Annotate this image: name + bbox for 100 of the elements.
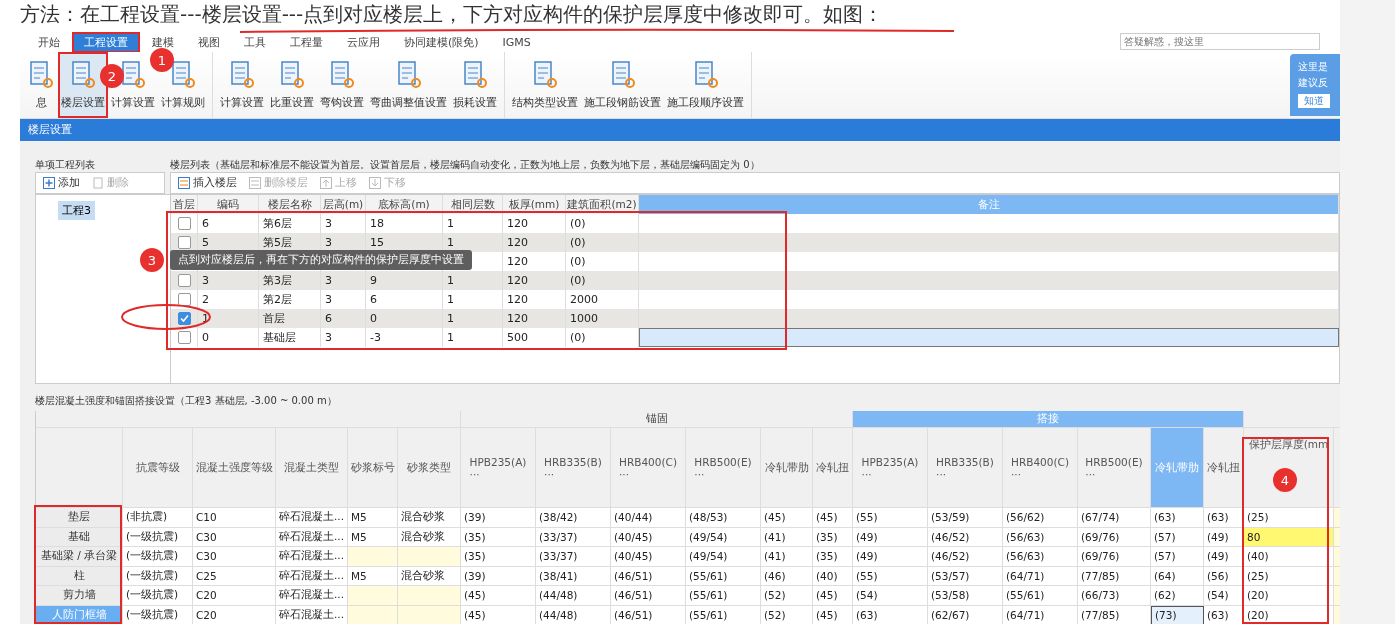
table-cell: 0 [366, 309, 443, 328]
column-header[interactable]: HRB400(C) ··· [1003, 428, 1078, 508]
column-header[interactable]: HRB400(C) ··· [611, 428, 686, 508]
column-header[interactable]: HRB500(E) ··· [1078, 428, 1151, 508]
ribbon-button[interactable]: 弯钩设置 [317, 52, 367, 118]
table-cell: (35) [813, 547, 853, 567]
table-cell: (49) [853, 547, 928, 567]
table-cell: (46/52) [928, 547, 1003, 567]
menu-tab[interactable]: 工具 [234, 34, 276, 51]
ribbon-button[interactable]: 结构类型设置 [509, 52, 581, 118]
page-icon [92, 177, 104, 189]
table-cell: (62) [1151, 586, 1204, 606]
table-cell: 9 [366, 271, 443, 290]
checkbox[interactable] [178, 312, 191, 325]
settings-sheet-icon [169, 60, 197, 90]
table-cell: (一级抗震) [123, 605, 193, 624]
table-cell: (49/54) [686, 547, 761, 567]
column-header: 混凝土强度等级 [193, 428, 276, 508]
table-cell: 0 [198, 328, 259, 347]
column-header[interactable]: 冷轧扭 [813, 428, 853, 508]
table-cell: (40/45) [611, 527, 686, 547]
table-cell: (45) [461, 586, 536, 606]
checkbox[interactable] [178, 217, 191, 230]
panel-label: 单项工程列表 [35, 158, 95, 172]
column-header[interactable]: HPB235(A) ··· [461, 428, 536, 508]
column-header[interactable]: HRB335(B) ··· [928, 428, 1003, 508]
menu-tab[interactable]: 工程量 [280, 34, 333, 51]
menu-tab[interactable]: 建模 [142, 34, 184, 51]
group-header: 锚固 [461, 411, 853, 428]
toolbar-button[interactable]: 插入楼层 [175, 175, 240, 191]
menu-tab[interactable]: 云应用 [337, 34, 390, 51]
table-cell: (64) [1151, 566, 1204, 586]
table-cell: (40/44) [611, 508, 686, 528]
table-cell: C25 [193, 566, 276, 586]
ribbon-button[interactable]: 计算设置 [217, 52, 267, 118]
ribbon-button[interactable]: 施工段顺序设置 [664, 52, 747, 118]
table-cell: 1 [443, 328, 503, 347]
ribbon-button[interactable]: 息 [24, 52, 58, 118]
column-header[interactable]: HPB235(A) ··· [853, 428, 928, 508]
toolbar-button[interactable]: 添加 [40, 175, 83, 191]
table-cell: (0) [566, 233, 639, 252]
table-cell: (46/51) [611, 605, 686, 624]
checkbox[interactable] [178, 331, 191, 344]
table-cell: 碎石混凝土... [276, 566, 348, 586]
search-field[interactable]: 答疑解惑，搜这里 [1120, 33, 1320, 50]
table-cell: (69/76) [1078, 527, 1151, 547]
row-header[interactable]: 剪力墙 [36, 586, 123, 606]
menu-tab[interactable]: 视图 [188, 34, 230, 51]
settings-sheet-icon [461, 60, 489, 90]
table-cell: (33/37) [536, 547, 611, 567]
column-header[interactable]: HRB335(B) ··· [536, 428, 611, 508]
ribbon-button[interactable]: 损耗设置 [450, 52, 500, 118]
table-cell: -3 [366, 328, 443, 347]
table-cell: (46/51) [611, 566, 686, 586]
column-header: 砂浆标号 [348, 428, 398, 508]
menu-tab[interactable]: 开始 [28, 34, 70, 51]
instruction-heading: 方法：在工程设置---楼层设置---点到对应楼层上，下方对应构件的保护层厚度中修改即可。如图： [19, 1, 884, 26]
table-cell: (69/76) [1078, 547, 1151, 567]
table-cell: (63) [853, 605, 928, 624]
table-cell: C10 [193, 508, 276, 528]
row-header[interactable]: 基础梁 / 承台梁 [36, 547, 123, 567]
ribbon-button[interactable]: 弯曲调整值设置 [367, 52, 450, 118]
table-cell: (39) [461, 566, 536, 586]
column-header[interactable]: HRB500(E) ··· [686, 428, 761, 508]
table-cell: (53/59) [928, 508, 1003, 528]
table-cell: (非抗震) [123, 508, 193, 528]
ribbon-button[interactable]: 比重设置 [267, 52, 317, 118]
settings-sheet-icon [119, 60, 147, 90]
table-caption: 楼层混凝土强度和锚固搭接设置（工程3 基础层, -3.00 ~ 0.00 m） [35, 394, 337, 408]
checkbox[interactable] [178, 236, 191, 249]
table-cell: C20 [193, 605, 276, 624]
column-header[interactable]: 冷轧带肋 [761, 428, 813, 508]
menu-tab[interactable]: IGMS [492, 35, 541, 50]
table-cell: (39) [461, 508, 536, 528]
table-cell: (49/54) [686, 527, 761, 547]
table-cell: (63) [1204, 605, 1244, 624]
checkbox[interactable] [178, 274, 191, 287]
table-cell: (46) [761, 566, 813, 586]
menu-tab[interactable]: 工程设置 [74, 34, 138, 51]
table-cell: (66/73) [1078, 586, 1151, 606]
table-cell: (53/58) [928, 586, 1003, 606]
column-header: 抗震等级 [123, 428, 193, 508]
dismiss-button[interactable]: 知道 [1298, 94, 1330, 108]
project-item[interactable]: 工程3 [58, 201, 95, 220]
table-cell: 3 [198, 271, 259, 290]
remark-cell[interactable] [639, 328, 1339, 347]
menu-tab[interactable]: 协同建模(限免) [394, 34, 489, 51]
table-cell: (52) [761, 586, 813, 606]
row-header[interactable]: 垫层 [36, 508, 123, 528]
column-header[interactable]: 冷轧扭 [1204, 428, 1244, 508]
table-cell: (52) [761, 605, 813, 624]
table-cell: C30 [193, 547, 276, 567]
table-cell: (56/62) [1003, 508, 1078, 528]
table-cell: 基础层 [259, 328, 321, 347]
table-cell: (41) [761, 547, 813, 567]
table-cell: (0) [566, 271, 639, 290]
ribbon-button[interactable]: 楼层设置 [58, 52, 108, 118]
table-cell: (57) [1151, 527, 1204, 547]
table-cell: (64/71) [1003, 605, 1078, 624]
ribbon-button[interactable]: 施工段钢筋设置 [581, 52, 664, 118]
